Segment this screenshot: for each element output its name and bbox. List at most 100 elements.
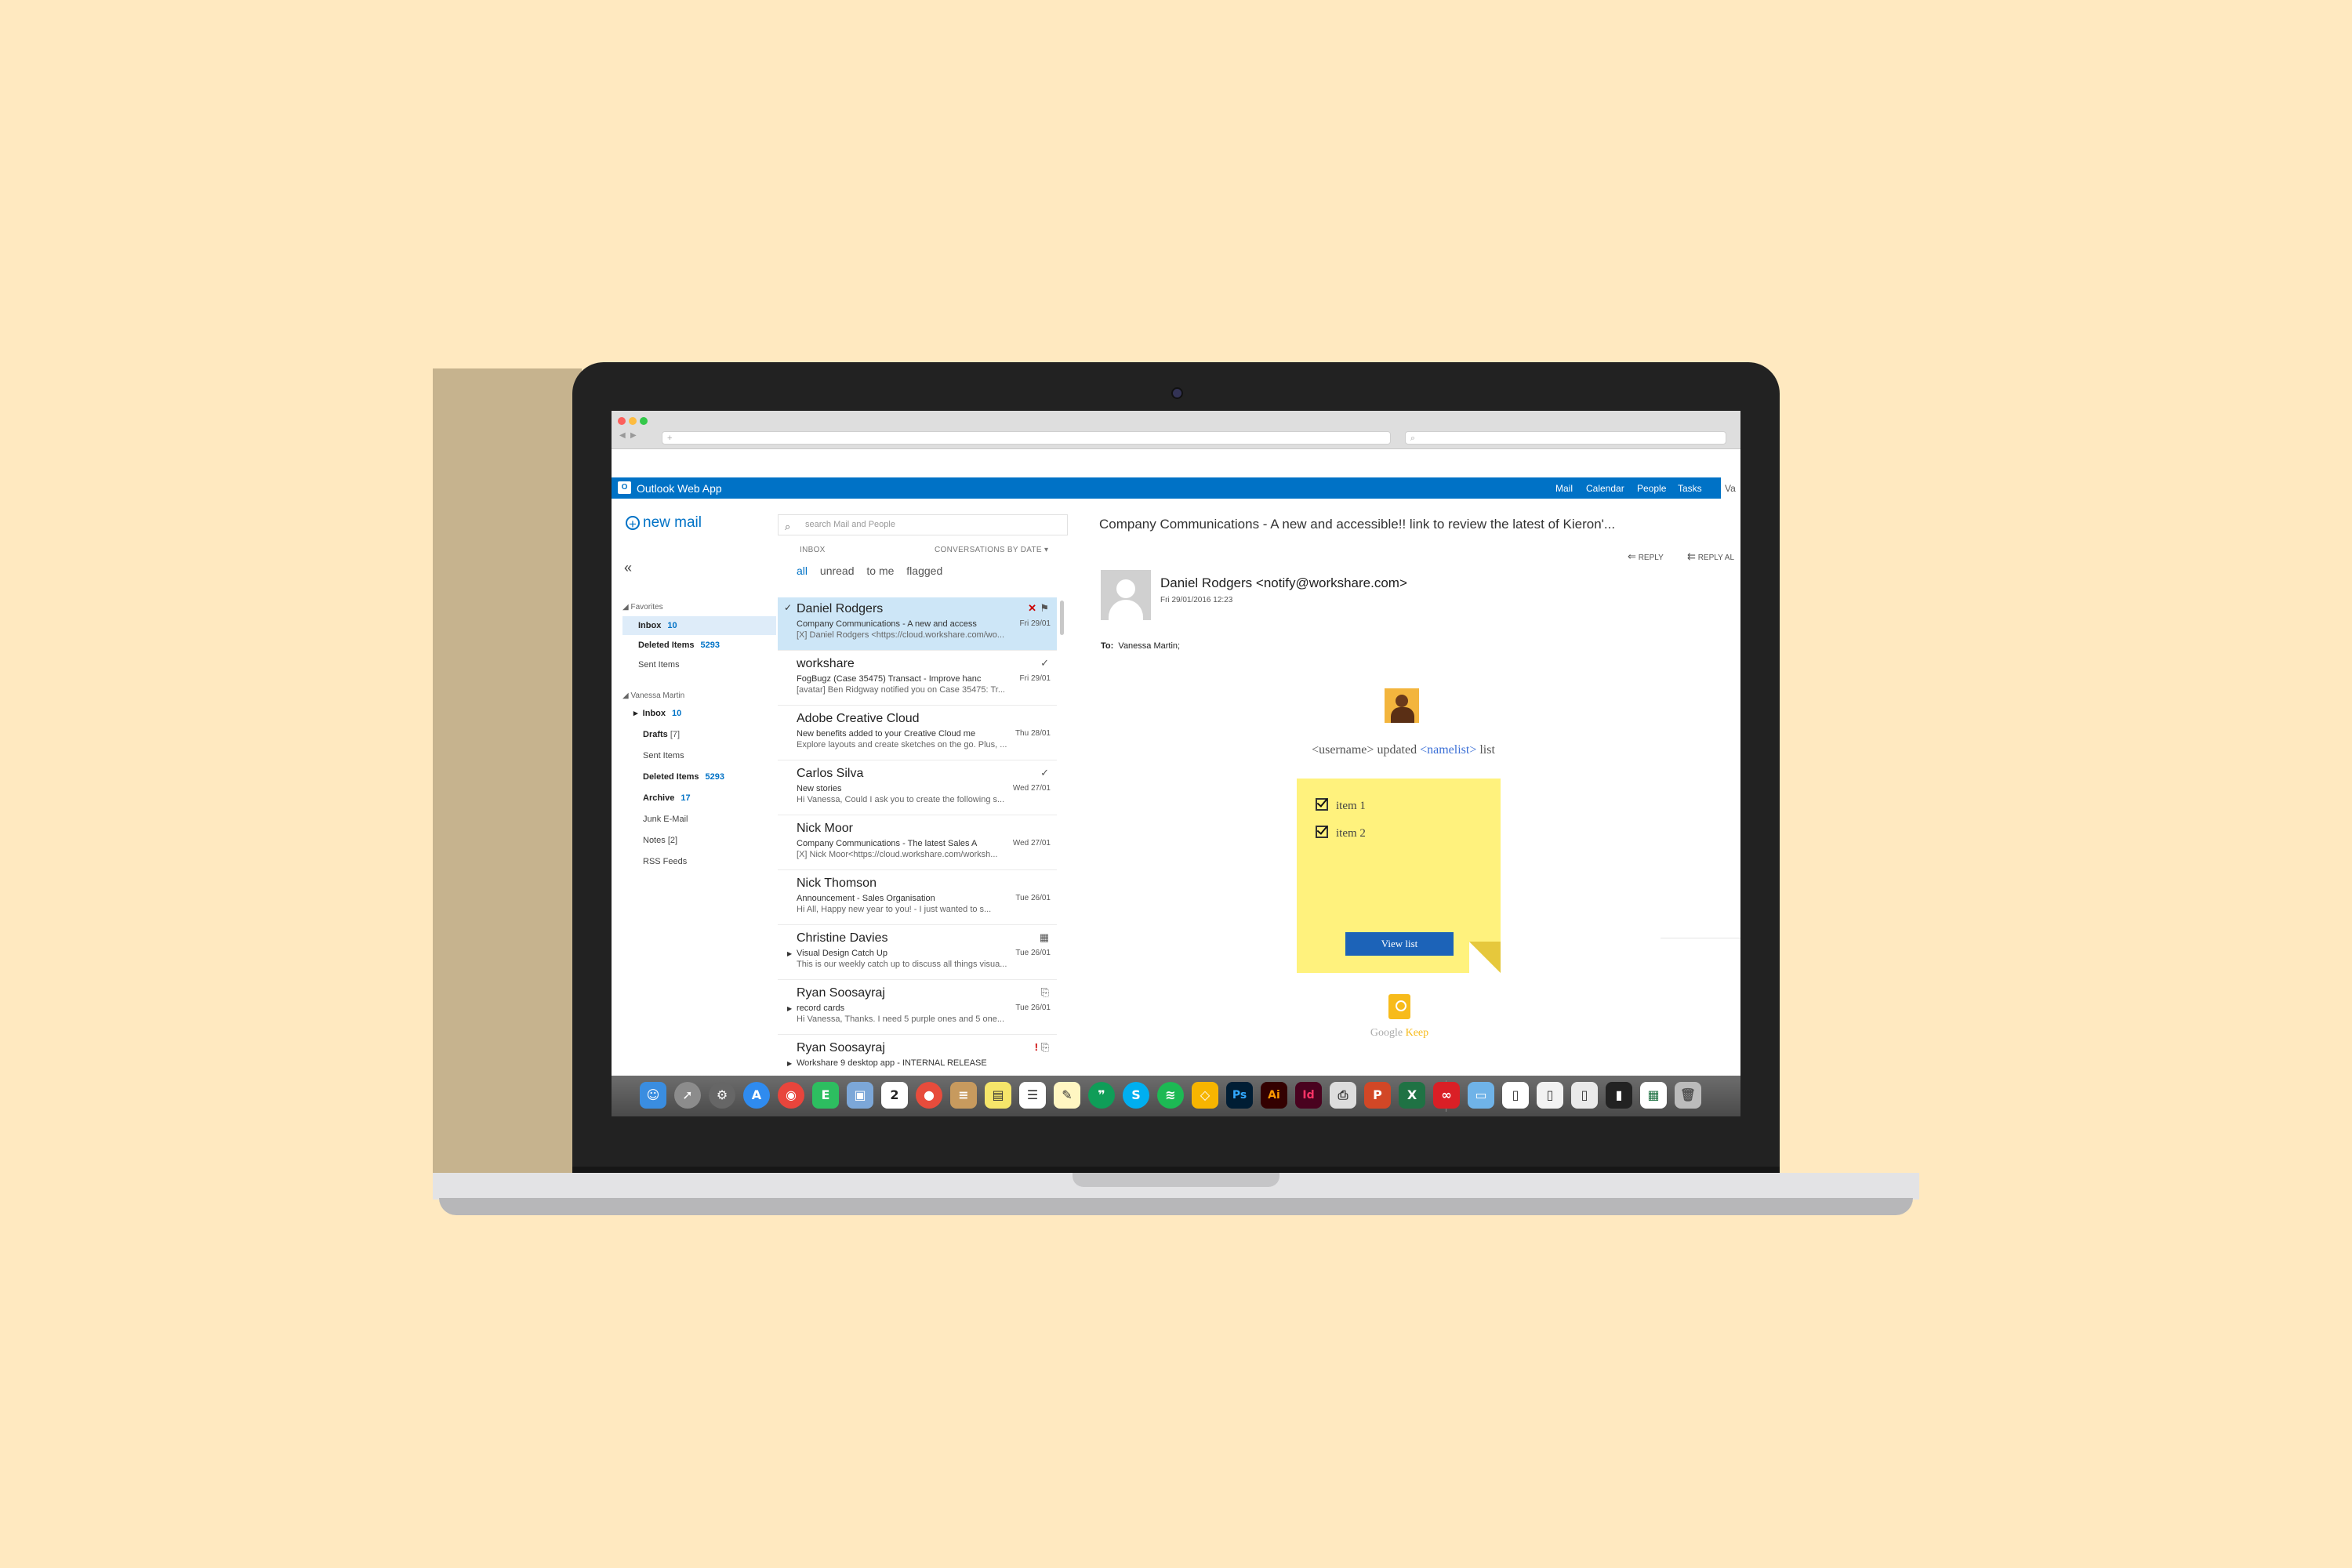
list-item[interactable]: ✓ Daniel Rodgers ✕ ⚑ Company Communicati… bbox=[778, 597, 1057, 651]
folder-junk[interactable]: Junk E-Mail bbox=[643, 810, 688, 829]
filter-to-me[interactable]: to me bbox=[866, 564, 894, 577]
new-mail-label: new mail bbox=[643, 514, 702, 531]
list-item[interactable]: Carlos Silva ✓ New stories Wed 27/01 Hi … bbox=[778, 762, 1057, 815]
minimize-window-button[interactable] bbox=[629, 417, 637, 425]
forward-icon[interactable]: ▶ bbox=[630, 431, 637, 440]
finder-icon[interactable]: ☺ bbox=[640, 1082, 666, 1109]
user-name-truncated[interactable]: Va bbox=[1725, 483, 1736, 494]
list-item[interactable]: Nick Moor Company Communications - The l… bbox=[778, 817, 1057, 870]
excel-icon[interactable]: X bbox=[1399, 1082, 1425, 1109]
expand-icon[interactable]: ▶ bbox=[787, 1005, 792, 1012]
chevron-down-icon: ▾ bbox=[1044, 546, 1049, 554]
folder-icon[interactable]: ▭ bbox=[1468, 1082, 1494, 1109]
expand-icon[interactable]: ▶ bbox=[787, 1060, 792, 1067]
laptop-screen: ◀ ▶ + ⌕ O Outlook Web App Mail Calendar … bbox=[612, 411, 1740, 1116]
system-preferences-icon[interactable]: ⚙ bbox=[709, 1082, 735, 1109]
document-icon[interactable]: ▯ bbox=[1502, 1082, 1529, 1109]
address-bar[interactable]: + bbox=[662, 431, 1391, 445]
stickies-icon[interactable]: ▤ bbox=[985, 1082, 1011, 1109]
new-mail-button[interactable]: + new mail bbox=[626, 514, 702, 532]
maximize-window-button[interactable] bbox=[640, 417, 648, 425]
terminal-icon[interactable]: ▮ bbox=[1606, 1082, 1632, 1109]
filter-all[interactable]: all bbox=[797, 564, 808, 577]
photoshop-icon[interactable]: Ps bbox=[1226, 1082, 1253, 1109]
folder-inbox[interactable]: ▸ Inbox 10 bbox=[633, 704, 681, 723]
chrome-icon[interactable]: ◉ bbox=[778, 1082, 804, 1109]
recipients: To: Vanessa Martin; bbox=[1101, 641, 1181, 651]
search-input[interactable]: ⌕ search Mail and People bbox=[778, 514, 1068, 535]
reply-button[interactable]: ⇐ REPLY bbox=[1628, 550, 1664, 563]
close-window-button[interactable] bbox=[618, 417, 626, 425]
folder-sent-items[interactable]: Sent Items bbox=[643, 746, 684, 765]
nav-people[interactable]: People bbox=[1637, 483, 1666, 494]
sender-name: Daniel Rodgers <notify@workshare.com> bbox=[1160, 575, 1407, 590]
laptop-notch bbox=[1073, 1173, 1279, 1187]
nav-tasks[interactable]: Tasks bbox=[1678, 483, 1702, 494]
browser-search-bar[interactable]: ⌕ bbox=[1405, 431, 1726, 445]
collapse-pane-icon[interactable]: « bbox=[624, 560, 632, 576]
skype-icon[interactable]: S bbox=[1123, 1082, 1149, 1109]
checkbox-icon bbox=[1316, 798, 1328, 811]
delete-icon[interactable]: ✕ bbox=[1028, 602, 1036, 615]
favorite-deleted-items[interactable]: Deleted Items 5293 bbox=[638, 636, 720, 655]
spotify-icon[interactable]: ≋ bbox=[1157, 1082, 1184, 1109]
favorite-inbox[interactable]: Inbox 10 bbox=[622, 616, 776, 635]
list-item[interactable]: workshare ✓ FogBugz (Case 35475) Transac… bbox=[778, 652, 1057, 706]
screen-recorder-icon[interactable]: ● bbox=[916, 1082, 942, 1109]
back-icon[interactable]: ◀ bbox=[619, 431, 626, 440]
creative-cloud-icon[interactable]: ∞ bbox=[1433, 1082, 1460, 1109]
list-item[interactable]: Ryan Soosayraj ⎘ ▶ record cards Tue 26/0… bbox=[778, 982, 1057, 1035]
sent-date: Fri 29/01/2016 12:23 bbox=[1160, 596, 1233, 604]
plus-icon: + bbox=[626, 516, 640, 531]
filter-flagged[interactable]: flagged bbox=[906, 564, 942, 577]
account-header[interactable]: ◢ Vanessa Martin bbox=[622, 691, 684, 700]
illustrator-icon[interactable]: Ai bbox=[1261, 1082, 1287, 1109]
view-list-button[interactable]: View list bbox=[1345, 932, 1454, 956]
evernote-icon[interactable]: E bbox=[812, 1082, 839, 1109]
hangouts-icon[interactable]: ❞ bbox=[1088, 1082, 1115, 1109]
spreadsheet-icon[interactable]: ▦ bbox=[1640, 1082, 1667, 1109]
calendar-icon[interactable]: 2 bbox=[881, 1082, 908, 1109]
inbox-label: INBOX bbox=[800, 546, 826, 554]
powerpoint-icon[interactable]: P bbox=[1364, 1082, 1391, 1109]
list-item[interactable]: Nick Thomson Announcement - Sales Organi… bbox=[778, 872, 1057, 925]
message-list-scrollbar[interactable] bbox=[1060, 601, 1064, 635]
camera bbox=[1171, 387, 1183, 399]
flag-icon[interactable]: ⚑ bbox=[1040, 602, 1049, 615]
reminders-icon[interactable]: ☰ bbox=[1019, 1082, 1046, 1109]
check-icon: ✓ bbox=[1040, 767, 1049, 779]
folder-archive[interactable]: Archive 17 bbox=[643, 789, 691, 808]
expand-icon[interactable]: ▶ bbox=[787, 950, 792, 957]
notes-icon[interactable]: ≡ bbox=[950, 1082, 977, 1109]
document-icon[interactable]: ▯ bbox=[1537, 1082, 1563, 1109]
folder-drafts[interactable]: Drafts [7] bbox=[643, 725, 680, 744]
reply-all-button[interactable]: ⇇ REPLY AL bbox=[1687, 550, 1734, 563]
sketch-icon[interactable]: ◇ bbox=[1192, 1082, 1218, 1109]
folder-notes[interactable]: Notes [2] bbox=[643, 831, 677, 850]
reply-all-icon: ⇇ bbox=[1687, 550, 1696, 562]
document-icon[interactable]: ▯ bbox=[1571, 1082, 1598, 1109]
folder-deleted-items[interactable]: Deleted Items 5293 bbox=[643, 768, 724, 786]
printer-icon[interactable]: ⎙ bbox=[1330, 1082, 1356, 1109]
namelist-link[interactable]: <namelist> bbox=[1420, 743, 1476, 757]
folder-rss-feeds[interactable]: RSS Feeds bbox=[643, 852, 687, 871]
indesign-icon[interactable]: Id bbox=[1295, 1082, 1322, 1109]
filter-unread[interactable]: unread bbox=[820, 564, 855, 577]
favorite-sent-items[interactable]: Sent Items bbox=[638, 655, 680, 674]
nav-mail[interactable]: Mail bbox=[1555, 483, 1573, 494]
conversations-by-date-dropdown[interactable]: CONVERSATIONS BY DATE ▾ bbox=[935, 546, 1048, 554]
launchpad-icon[interactable]: ➚ bbox=[674, 1082, 701, 1109]
check-icon[interactable]: ✓ bbox=[784, 602, 792, 613]
preview-icon[interactable]: ▣ bbox=[847, 1082, 873, 1109]
list-item[interactable]: Christine Davies ▦ ▶ Visual Design Catch… bbox=[778, 927, 1057, 980]
app-brand: Outlook Web App bbox=[637, 482, 722, 495]
sender-avatar bbox=[1101, 570, 1151, 620]
nav-calendar[interactable]: Calendar bbox=[1586, 483, 1624, 494]
attachment-icon: ⎘ bbox=[1040, 1041, 1049, 1053]
notes-app-icon[interactable]: ✎ bbox=[1054, 1082, 1080, 1109]
trash-icon[interactable]: 🗑 bbox=[1675, 1082, 1701, 1109]
favorites-header[interactable]: ◢ Favorites bbox=[622, 603, 663, 612]
check-icon: ✓ bbox=[1040, 657, 1049, 669]
app-store-icon[interactable]: A bbox=[743, 1082, 770, 1109]
list-item[interactable]: Adobe Creative Cloud New benefits added … bbox=[778, 707, 1057, 760]
